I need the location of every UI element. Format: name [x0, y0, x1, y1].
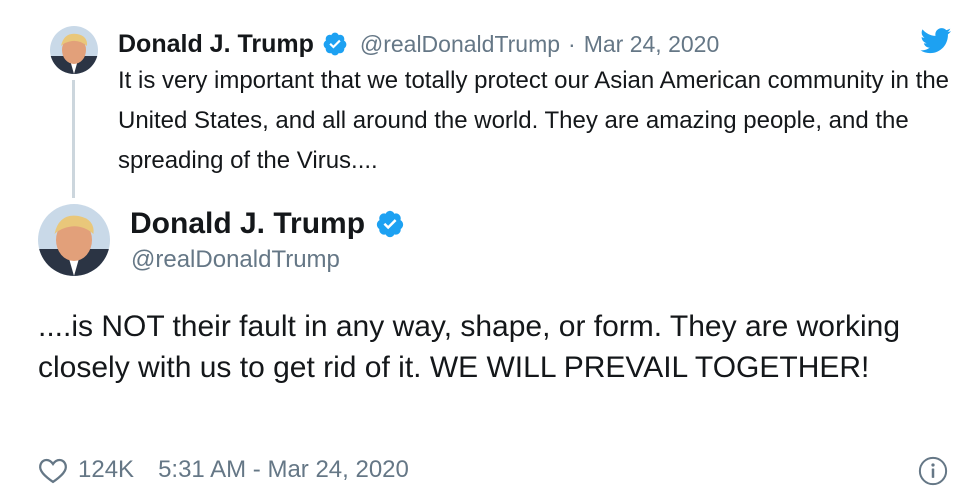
- heart-icon[interactable]: [38, 456, 68, 484]
- separator-dot: ·: [568, 30, 576, 57]
- tweet-timestamp[interactable]: 5:31 AM - Mar 24, 2020: [158, 456, 409, 484]
- main-tweet-text: ....is NOT their fault in any way, shape…: [38, 310, 901, 384]
- avatar-image: [50, 26, 98, 74]
- avatar-image: [38, 204, 110, 276]
- like-count[interactable]: 124K: [78, 456, 134, 484]
- parent-author-handle[interactable]: @realDonaldTrump: [360, 31, 560, 58]
- parent-tweet-header: Donald J. Trump @realDonaldTrump · Mar 2…: [118, 28, 719, 60]
- tweet-footer: 124K 5:31 AM - Mar 24, 2020: [38, 454, 409, 486]
- verified-badge-icon: [376, 210, 404, 238]
- main-author-name[interactable]: Donald J. Trump: [130, 207, 365, 241]
- main-author-handle[interactable]: @realDonaldTrump: [131, 246, 340, 274]
- verified-badge-icon: [323, 32, 347, 56]
- parent-tweet-date[interactable]: Mar 24, 2020: [584, 31, 720, 58]
- main-avatar[interactable]: [38, 204, 110, 276]
- parent-author-name[interactable]: Donald J. Trump: [118, 30, 314, 59]
- parent-tweet-text: It is very important that we totally pro…: [118, 67, 950, 174]
- main-author-row: Donald J. Trump: [130, 204, 405, 244]
- twitter-bird-icon[interactable]: [920, 28, 952, 54]
- thread-connector-line: [72, 80, 75, 198]
- parent-avatar[interactable]: [50, 26, 98, 74]
- tweet-embed: Donald J. Trump @realDonaldTrump · Mar 2…: [0, 0, 968, 504]
- info-icon[interactable]: [918, 456, 948, 486]
